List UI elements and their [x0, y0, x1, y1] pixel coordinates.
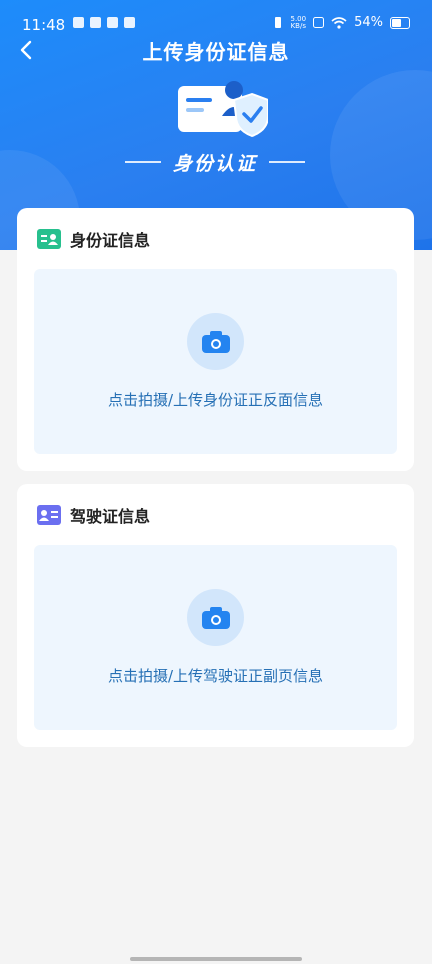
home-indicator[interactable] [130, 957, 302, 961]
driver-license-icon [37, 505, 61, 525]
banner-divider [124, 161, 161, 163]
verification-banner: 身份认证 [120, 150, 310, 175]
battery-percent: 54% [354, 15, 383, 30]
id-card-illustration-icon [178, 81, 268, 138]
status-time: 11:48 [22, 16, 66, 34]
notification-icon [124, 17, 135, 28]
notification-icon [73, 17, 84, 28]
upload-driver-license-area[interactable]: 点击拍摄/上传驾驶证正副页信息 [34, 545, 397, 730]
driver-license-section: 驾驶证信息 点击拍摄/上传驾驶证正副页信息 [17, 484, 414, 747]
banner-divider [269, 161, 305, 163]
page-title: 上传身份证信息 [142, 40, 290, 64]
id-card-section: 身份证信息 点击拍摄/上传身份证正反面信息 [17, 208, 414, 471]
camera-button[interactable] [187, 313, 244, 370]
camera-icon [201, 330, 230, 353]
section-header: 驾驶证信息 [37, 503, 150, 527]
status-bar: 11:48 5.00 KB/s 54% [0, 10, 432, 36]
camera-button[interactable] [187, 589, 244, 646]
battery-icon [390, 16, 410, 29]
net-speed: 5.00 KB/s [290, 15, 307, 30]
notification-icon [90, 17, 101, 28]
wifi-icon [331, 16, 347, 29]
section-title: 驾驶证信息 [70, 507, 151, 526]
net-speed-unit: KB/s [290, 21, 306, 30]
section-header: 身份证信息 [37, 227, 150, 251]
upload-id-card-area[interactable]: 点击拍摄/上传身份证正反面信息 [34, 269, 397, 454]
section-title: 身份证信息 [70, 231, 151, 250]
camera-icon [201, 606, 230, 629]
id-card-icon [37, 229, 61, 249]
notification-icons [73, 17, 135, 28]
vibrate-icon [274, 17, 281, 28]
notification-icon [107, 17, 118, 28]
banner-text: 身份认证 [172, 152, 257, 175]
sim-icon [313, 17, 325, 28]
status-right: 5.00 KB/s 54% [272, 15, 410, 30]
upload-hint: 点击拍摄/上传驾驶证正副页信息 [107, 667, 324, 685]
upload-hint: 点击拍摄/上传身份证正反面信息 [107, 391, 324, 409]
